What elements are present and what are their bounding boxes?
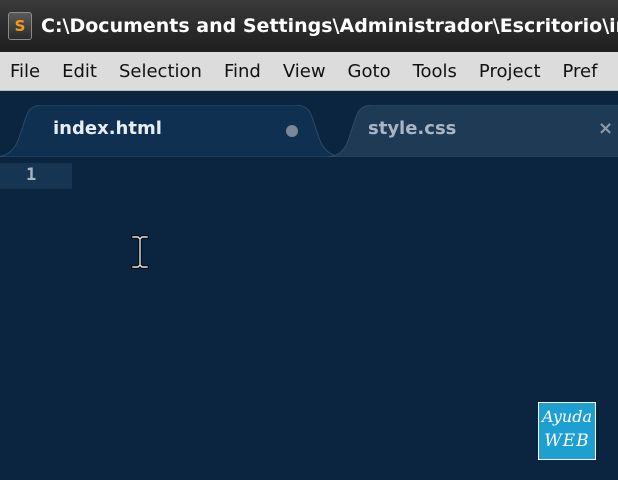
menu-project[interactable]: Project [479, 61, 541, 82]
close-tab-icon[interactable]: × [598, 118, 613, 139]
unsaved-dot-icon[interactable] [286, 125, 298, 137]
menu-selection[interactable]: Selection [119, 61, 202, 82]
watermark-line-1: Ayuda [541, 407, 593, 426]
sublime-app-icon[interactable]: S [8, 12, 32, 40]
title-bar[interactable]: S C:\Documents and Settings\Administrado… [0, 0, 618, 52]
menu-tools[interactable]: Tools [413, 61, 457, 82]
editor-window: S C:\Documents and Settings\Administrado… [0, 0, 618, 480]
app-icon-letter: S [14, 17, 26, 35]
menu-file[interactable]: File [10, 61, 40, 82]
tab-label-style-css: style.css [368, 118, 457, 139]
tab-style-css[interactable]: style.css × [326, 105, 618, 157]
menu-edit[interactable]: Edit [62, 61, 97, 82]
tab-label-index-html: index.html [53, 118, 162, 139]
menu-view[interactable]: View [283, 61, 326, 82]
text-cursor-ibeam-icon [131, 235, 149, 269]
window-title: C:\Documents and Settings\Administrador\… [41, 15, 618, 37]
menu-goto[interactable]: Goto [348, 61, 391, 82]
menu-bar: File Edit Selection Find View Goto Tools… [0, 52, 618, 91]
watermark-line-2: WEB [544, 431, 590, 451]
line-number: 1 [26, 165, 37, 185]
tab-strip: index.html style.css × [0, 91, 618, 157]
tab-index-html[interactable]: index.html [0, 105, 344, 157]
menu-preferences[interactable]: Pref [563, 61, 598, 82]
editor-area[interactable]: 1 [0, 157, 618, 480]
ayuda-web-watermark-logo: Ayuda WEB [538, 402, 596, 460]
menu-find[interactable]: Find [224, 61, 261, 82]
